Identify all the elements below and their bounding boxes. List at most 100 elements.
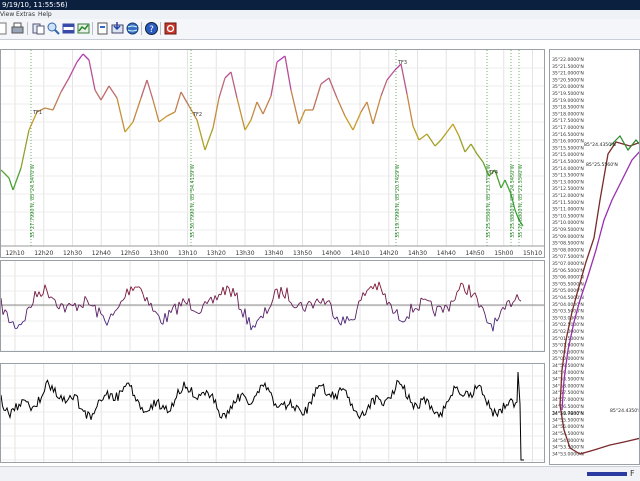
lat-tick-label: 35°22.0000'N <box>552 57 584 63</box>
x-tick-label: 13h50 <box>293 250 312 257</box>
x-tick-label: 14h50 <box>465 250 484 257</box>
lat-tick-label: 35°18.5000'N <box>552 105 584 111</box>
lat-tick-label: 35°13.5000'N <box>552 173 584 179</box>
lat-tick-label: 35°19.5000'N <box>552 91 584 97</box>
lat-tick-label: 35°03.0000'N <box>552 315 584 321</box>
lat-tick-label: 34°58.5000'N <box>552 377 584 383</box>
toolbar: ? <box>0 19 640 40</box>
marker-label: 35°26.8800'N, 85°21.3340'W <box>518 164 524 238</box>
progress-bar <box>587 472 627 476</box>
status-bar: F <box>0 466 640 481</box>
lat-tick-label: 35°20.5000'N <box>552 77 584 83</box>
lat-tick-label: 35°07.5000'N <box>552 254 584 260</box>
lat-tick-label: 35°18.0000'N <box>552 111 584 117</box>
lat-tick-label: 34°55.5000'N <box>552 417 584 423</box>
menu-help[interactable]: Help <box>38 10 52 19</box>
x-tick-label: 14h30 <box>408 250 427 257</box>
lat-tick-label: 35°14.5000'N <box>552 159 584 165</box>
lat-tick-label: 35°15.0000'N <box>552 152 584 158</box>
lat-tick-label: 35°06.5000'N <box>552 268 584 274</box>
zoom-out-icon[interactable] <box>61 21 76 36</box>
peak-label: TF3 <box>397 60 407 66</box>
lat-tick-label: 35°14.0000'N <box>552 166 584 172</box>
x-tick-label: 13h00 <box>149 250 168 257</box>
x-tick-label: 15h10 <box>523 250 542 257</box>
lat-tick-label: 34°53.0000'N <box>552 451 584 457</box>
x-tick-label: 14h10 <box>350 250 369 257</box>
track-label: 85°25.5560'N <box>586 162 618 168</box>
chart-view-icon[interactable] <box>76 21 91 36</box>
lat-tick-label: 35°07.0000'N <box>552 261 584 267</box>
print-icon[interactable] <box>10 21 25 36</box>
lat-tick-label: 35°17.5000'N <box>552 118 584 124</box>
lat-tick-label: 35°16.0000'N <box>552 139 584 145</box>
lat-tick-label: 35°12.0000'N <box>552 193 584 199</box>
import-icon[interactable] <box>110 21 125 36</box>
menu-view[interactable]: View <box>0 10 14 19</box>
peak-label: TF1 <box>32 110 42 116</box>
marker-label: 35°30.7990'N, 85°54.4139'W <box>190 164 196 238</box>
x-tick-label: 14h00 <box>322 250 341 257</box>
lat-tick-label: 35°09.5000'N <box>552 227 584 233</box>
marker-label: 35°25.8800'N, 85°24.3450'W <box>510 164 516 238</box>
lat-tick-label: 34°56.5000'N <box>552 404 584 410</box>
lat-tick-label: 35°13.0000'N <box>552 179 584 185</box>
x-tick-label: 12h50 <box>120 250 139 257</box>
lat-tick-label: 35°01.5000'N <box>552 336 584 342</box>
altitude-chart: 35°27.7990'N, 85°24.3470'W 35°30.7990'N, … <box>1 50 545 258</box>
lat-tick-label: 35°00.0000'N <box>552 356 584 362</box>
marker-label: 35°19.7990'N, 85°20.7429'W <box>395 164 401 238</box>
x-tick-label: 13h10 <box>178 250 197 257</box>
x-tick-label: 13h40 <box>264 250 283 257</box>
svg-text:?: ? <box>149 25 154 35</box>
x-tick-label: 15h00 <box>494 250 513 257</box>
x-tick-label: 13h20 <box>207 250 226 257</box>
lat-tick-label: 35°03.5000'N <box>552 309 584 315</box>
x-tick-label: 12h20 <box>34 250 53 257</box>
lat-tick-label: 34°58.0000'N <box>552 383 584 389</box>
zoom-in-icon[interactable] <box>46 21 61 36</box>
lat-tick-label: 34°55.0000'N <box>552 424 584 430</box>
map-panel[interactable]: 35°22.0000'N35°21.5000'N35°21.0000'N35°2… <box>549 49 640 465</box>
lat-tick-label: 35°05.0000'N <box>552 288 584 294</box>
lat-tick-label: 35°16.5000'N <box>552 132 584 138</box>
lat-tick-label: 34°54.5000'N <box>552 431 584 437</box>
x-tick-label: 14h40 <box>437 250 456 257</box>
lat-tick-label: 35°08.0000'N <box>552 247 584 253</box>
lat-tick-label: 35°04.5000'N <box>552 295 584 301</box>
lat-tick-label: 34°59.5000'N <box>552 363 584 369</box>
lat-tick-label: 35°09.0000'N <box>552 234 584 240</box>
lat-tick-label: 35°15.5000'N <box>552 145 584 151</box>
lat-tick-label: 35°06.0000'N <box>552 275 584 281</box>
x-tick-label: 13h30 <box>235 250 254 257</box>
graph-view-icon[interactable] <box>95 21 110 36</box>
peak-label: TF4 <box>488 170 498 176</box>
lat-tick-label: 35°10.5000'N <box>552 213 584 219</box>
window-title: 9/19/10, 11:55:56) <box>2 0 68 10</box>
altitude-panel[interactable]: 35°27.7990'N, 85°24.3470'W 35°30.7990'N, … <box>0 49 545 258</box>
lat-tick-label: 34°57.0000'N <box>552 397 584 403</box>
copy-icon[interactable] <box>31 21 46 36</box>
lat-tick-label: 35°08.5000'N <box>552 241 584 247</box>
lat-tick-label: 35°10.0000'N <box>552 220 584 226</box>
track-label: 85°24.4350'N <box>610 408 640 414</box>
peak-label: TF2 <box>192 112 202 118</box>
heartrate-panel[interactable] <box>0 260 545 352</box>
lat-tick-label: 35°20.0000'N <box>552 84 584 90</box>
menu-extras[interactable]: Extras <box>16 10 35 19</box>
x-tick-label: 12h10 <box>5 250 24 257</box>
status-fkey: F <box>630 467 635 480</box>
lat-tick-label: 35°11.0000'N <box>552 207 584 213</box>
globe-icon[interactable] <box>125 21 140 36</box>
x-tick-label: 14h20 <box>379 250 398 257</box>
lat-tick-label: 34°59.0000'N <box>552 370 584 376</box>
close-app-icon[interactable] <box>163 21 178 36</box>
speed-chart <box>1 364 545 463</box>
x-tick-label: 12h30 <box>63 250 82 257</box>
marker-label: 35°27.7990'N, 85°24.3470'W <box>30 164 36 238</box>
lat-tick-label: 35°12.5000'N <box>552 186 584 192</box>
new-icon[interactable] <box>0 21 9 36</box>
speed-panel[interactable] <box>0 363 545 463</box>
lat-tick-label: 35°02.5000'N <box>552 322 584 328</box>
help-icon[interactable]: ? <box>144 21 159 36</box>
